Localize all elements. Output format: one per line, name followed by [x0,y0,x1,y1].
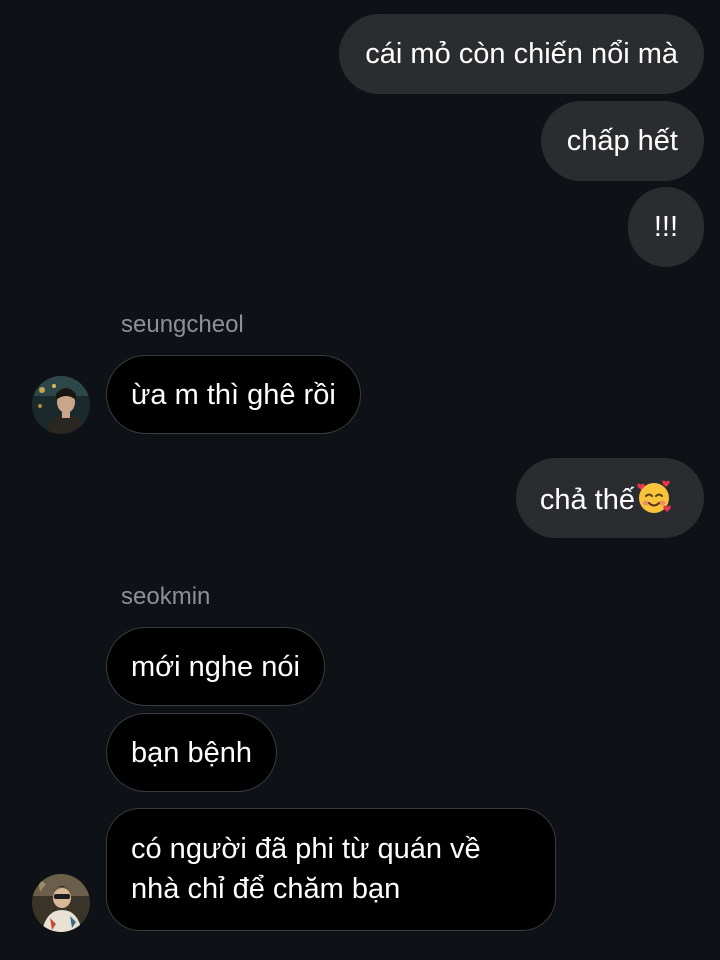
message-text: !!! [653,211,678,243]
message-text: bạn bệnh [131,737,252,769]
profile-photo-icon [32,874,90,932]
profile-photo-icon [32,376,90,434]
sent-message-bubble[interactable]: chả thế [515,458,704,538]
received-message-bubble[interactable]: ừa m thì ghê rồi [106,355,361,434]
received-message-bubble[interactable]: mới nghe nói [106,627,325,706]
sender-name: seungcheol [121,311,244,338]
received-message-bubble[interactable]: bạn bệnh [106,713,277,792]
message-text: có người đã phi từ quán về nhà chỉ để ch… [131,833,481,905]
message-text: chấp hết [566,125,678,157]
message-text: chả thế [539,484,635,516]
smiling-face-with-hearts-icon [636,479,672,515]
message-text: mới nghe nói [131,651,300,683]
avatar[interactable] [32,874,90,932]
avatar[interactable] [32,376,90,434]
message-text: cái mỏ còn chiến nổi mà [365,38,678,70]
sent-message-bubble[interactable]: !!! [627,187,704,267]
sent-message-bubble[interactable]: cái mỏ còn chiến nổi mà [339,14,704,94]
sender-name: seokmin [121,583,211,610]
message-text: ừa m thì ghê rồi [131,379,336,411]
sent-message-bubble[interactable]: chấp hết [540,101,704,181]
received-message-bubble[interactable]: có người đã phi từ quán về nhà chỉ để ch… [106,808,556,931]
